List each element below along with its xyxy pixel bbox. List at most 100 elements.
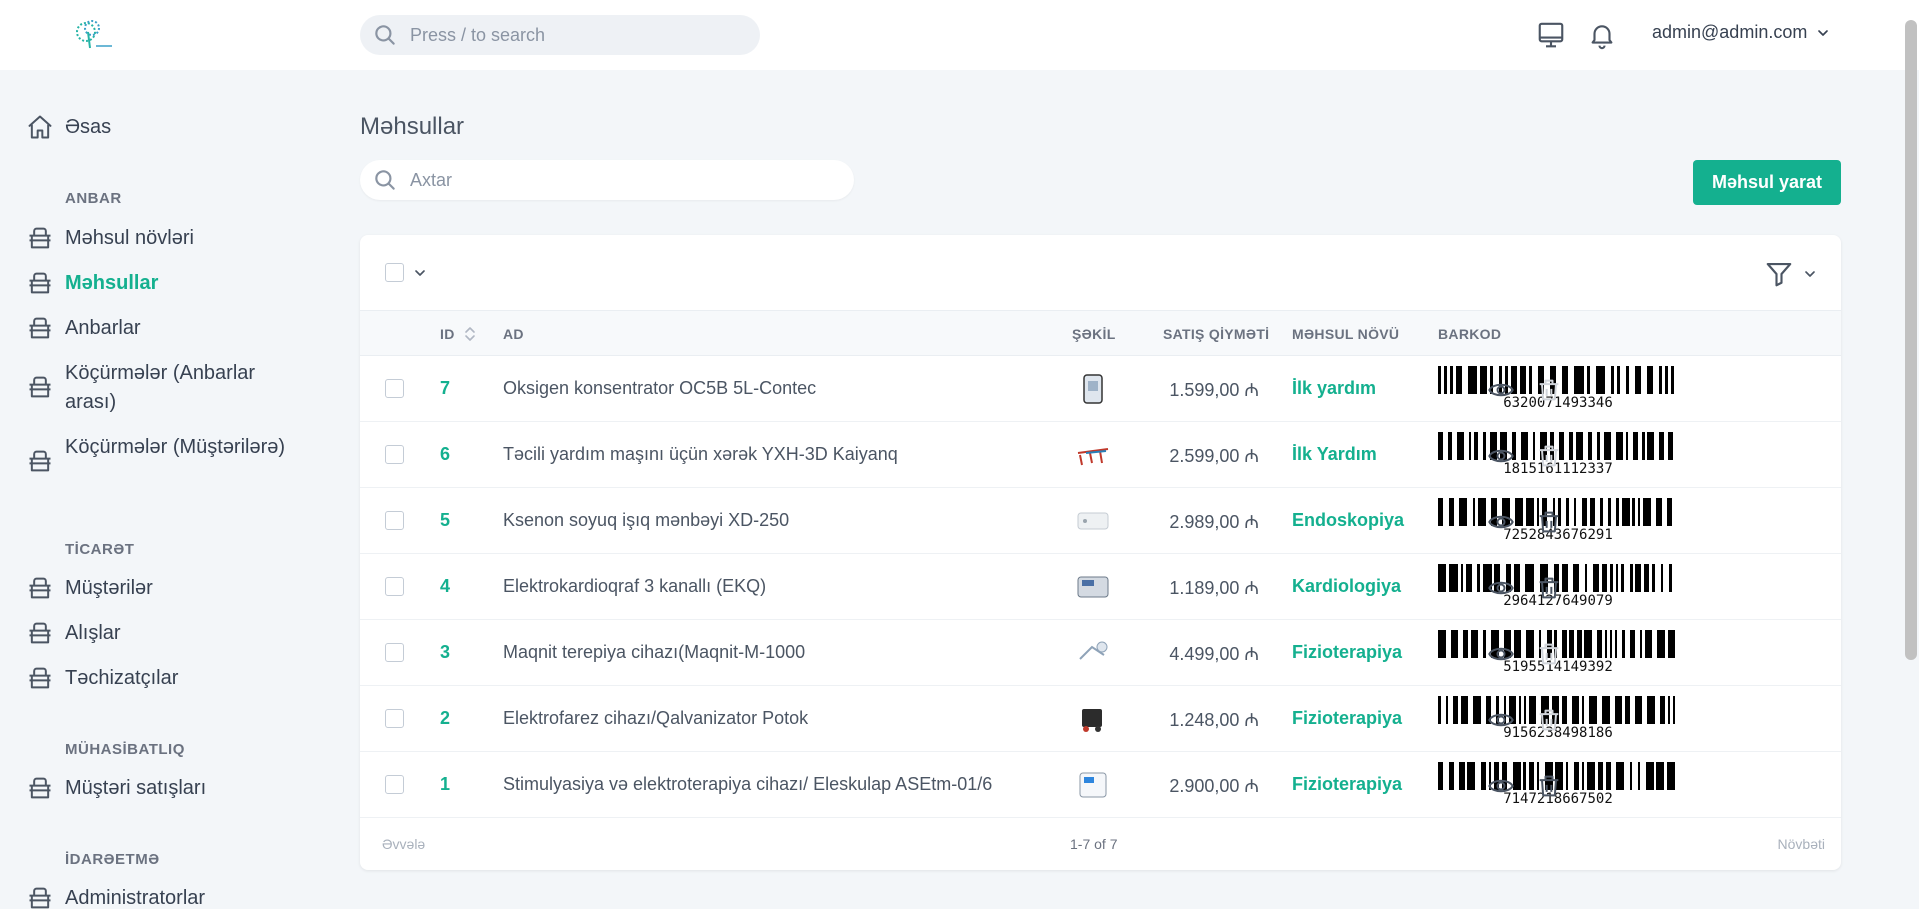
row-name[interactable]: Maqnit terepiya cihazı(Maqnit-M-1000 bbox=[503, 642, 805, 663]
eye-icon[interactable] bbox=[1487, 772, 1515, 800]
select-all-checkbox[interactable] bbox=[385, 263, 404, 282]
row-id[interactable]: 3 bbox=[440, 642, 450, 663]
create-product-button[interactable]: Məhsul yarat bbox=[1693, 160, 1841, 205]
sort-icon[interactable] bbox=[463, 324, 477, 344]
sidebar-item-transfers-warehouses[interactable]: Köçürmələr (Anbarlar arası) bbox=[26, 359, 286, 417]
global-search[interactable]: Press / to search bbox=[360, 15, 760, 55]
logo-icon[interactable] bbox=[68, 18, 116, 52]
pagination-prev[interactable]: Əvvələ bbox=[382, 836, 425, 852]
barcode-bar bbox=[1562, 366, 1569, 394]
table-row[interactable]: 1 Stimulyasiya və elektroterapiya cihazı/… bbox=[360, 752, 1841, 818]
table-row[interactable]: 3 Maqnit terepiya cihazı(Maqnit-M-1000 4.4… bbox=[360, 620, 1841, 686]
barcode-bar bbox=[1667, 762, 1675, 790]
trash-icon[interactable] bbox=[1535, 508, 1563, 536]
row-category[interactable]: Fizioterapiya bbox=[1292, 774, 1402, 795]
products-search-input[interactable]: Axtar bbox=[360, 160, 854, 200]
sidebar-item-product-types[interactable]: Məhsul növləri bbox=[26, 224, 286, 253]
eye-icon[interactable] bbox=[1487, 376, 1515, 404]
eye-icon[interactable] bbox=[1487, 574, 1515, 602]
row-checkbox[interactable] bbox=[385, 775, 404, 794]
sidebar-item-customer-sales[interactable]: Müştəri satışları bbox=[26, 774, 286, 803]
row-category[interactable]: Kardiologiya bbox=[1292, 576, 1401, 597]
row-name[interactable]: Elektrofarez cihazı/Qalvanizator Potok bbox=[503, 708, 808, 729]
barcode-bar bbox=[1595, 366, 1605, 394]
barcode-bar bbox=[1609, 630, 1613, 658]
row-checkbox[interactable] bbox=[385, 709, 404, 728]
barcode-bar bbox=[1601, 696, 1610, 724]
pagination-next[interactable]: Növbəti bbox=[1778, 836, 1825, 852]
row-checkbox[interactable] bbox=[385, 577, 404, 596]
sidebar-item-customers[interactable]: Müştərilər bbox=[26, 574, 286, 603]
row-checkbox[interactable] bbox=[385, 379, 404, 398]
trash-icon[interactable] bbox=[1535, 574, 1563, 602]
barcode-bar bbox=[1600, 498, 1604, 526]
trash-icon[interactable] bbox=[1535, 706, 1563, 734]
trash-icon[interactable] bbox=[1535, 376, 1563, 404]
row-category[interactable]: İlk yardım bbox=[1292, 378, 1376, 399]
row-id[interactable]: 7 bbox=[440, 378, 450, 399]
sidebar-item-transfers-customers[interactable]: Köçürmələr (Müştərilərə) bbox=[26, 433, 286, 475]
eye-icon[interactable] bbox=[1487, 508, 1515, 536]
product-thumbnail bbox=[1073, 633, 1113, 673]
sidebar-item-administrators[interactable]: Administratorlar bbox=[26, 884, 286, 909]
table-row[interactable]: 5 Ksenon soyuq işıq mənbəyi XD-250 2.989,0… bbox=[360, 488, 1841, 554]
barcode-bar bbox=[1518, 696, 1522, 724]
row-checkbox[interactable] bbox=[385, 643, 404, 662]
barcode-bar bbox=[1515, 498, 1524, 526]
row-name[interactable]: Elektrokardioqraf 3 kanallı (EKQ) bbox=[503, 576, 766, 597]
row-name[interactable]: Stimulyasiya və elektroterapiya cihazı/ … bbox=[503, 774, 992, 795]
row-id[interactable]: 1 bbox=[440, 774, 450, 795]
chevron-down-icon[interactable] bbox=[1802, 266, 1818, 282]
barcode-bar bbox=[1586, 366, 1590, 394]
table-row[interactable]: 2 Elektrofarez cihazı/Qalvanizator Potok 1… bbox=[360, 686, 1841, 752]
row-id[interactable]: 2 bbox=[440, 708, 450, 729]
barcode-bar bbox=[1643, 498, 1652, 526]
row-category[interactable]: Fizioterapiya bbox=[1292, 708, 1402, 729]
trash-icon[interactable] bbox=[1535, 442, 1563, 470]
barcode-bar bbox=[1642, 432, 1645, 460]
sidebar-item-purchases[interactable]: Alışlar bbox=[26, 619, 286, 648]
trash-icon[interactable] bbox=[1535, 640, 1563, 668]
sidebar-item-products[interactable]: Məhsullar bbox=[26, 269, 286, 298]
barcode-bar bbox=[1644, 630, 1653, 658]
user-menu[interactable]: admin@admin.com bbox=[1652, 22, 1831, 43]
barcode-bar bbox=[1460, 696, 1469, 724]
row-category[interactable]: İlk Yardım bbox=[1292, 444, 1377, 465]
barcode-bar bbox=[1656, 498, 1662, 526]
row-checkbox[interactable] bbox=[385, 511, 404, 530]
row-name[interactable]: Təcili yardım maşını üçün xərək YXH-3D K… bbox=[503, 444, 898, 465]
barcode-bar bbox=[1645, 762, 1654, 790]
barcode-bar bbox=[1438, 432, 1443, 460]
row-id[interactable]: 6 bbox=[440, 444, 450, 465]
sidebar-item-label: Administratorlar bbox=[65, 887, 206, 909]
barcode-bar bbox=[1587, 762, 1596, 790]
barcode-bar bbox=[1459, 498, 1468, 526]
global-search-placeholder: Press / to search bbox=[410, 24, 546, 45]
product-thumbnail bbox=[1073, 699, 1113, 739]
row-id[interactable]: 4 bbox=[440, 576, 450, 597]
row-checkbox[interactable] bbox=[385, 445, 404, 464]
barcode-bar bbox=[1629, 630, 1635, 658]
bell-icon[interactable] bbox=[1587, 20, 1617, 50]
table-row[interactable]: 6 Təcili yardım maşını üçün xərək YXH-3D … bbox=[360, 422, 1841, 488]
table-row[interactable]: 4 Elektrokardioqraf 3 kanallı (EKQ) 1.189,… bbox=[360, 554, 1841, 620]
filter-icon[interactable] bbox=[1764, 259, 1794, 289]
chevron-down-icon[interactable] bbox=[412, 265, 428, 281]
trash-icon[interactable] bbox=[1535, 772, 1563, 800]
sidebar-item-warehouses[interactable]: Anbarlar bbox=[26, 314, 286, 343]
row-id[interactable]: 5 bbox=[440, 510, 450, 531]
eye-icon[interactable] bbox=[1487, 640, 1515, 668]
row-name[interactable]: Oksigen konsentrator OC5B 5L-Contec bbox=[503, 378, 816, 399]
monitor-icon[interactable] bbox=[1536, 20, 1566, 50]
eye-icon[interactable] bbox=[1487, 442, 1515, 470]
column-header-id[interactable]: ID bbox=[440, 326, 455, 342]
row-name[interactable]: Ksenon soyuq işıq mənbəyi XD-250 bbox=[503, 510, 789, 531]
sidebar-item-suppliers[interactable]: Təchizatçılar bbox=[26, 664, 286, 693]
row-category[interactable]: Endoskopiya bbox=[1292, 510, 1404, 531]
table-row[interactable]: 7 Oksigen konsentrator OC5B 5L-Contec 1.59… bbox=[360, 356, 1841, 422]
barcode-bar bbox=[1652, 564, 1656, 592]
row-category[interactable]: Fizioterapiya bbox=[1292, 642, 1402, 663]
sidebar-item-home[interactable]: Əsas bbox=[26, 113, 286, 142]
eye-icon[interactable] bbox=[1487, 706, 1515, 734]
page-scrollbar[interactable] bbox=[1905, 20, 1917, 660]
